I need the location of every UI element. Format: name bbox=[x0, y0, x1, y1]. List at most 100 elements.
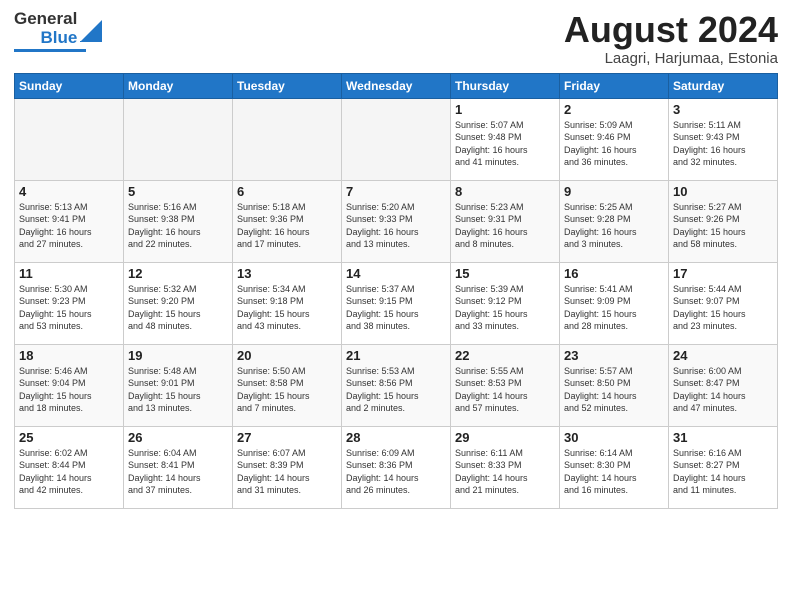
table-cell: 28Sunrise: 6:09 AM Sunset: 8:36 PM Dayli… bbox=[342, 426, 451, 508]
day-info: Sunrise: 6:09 AM Sunset: 8:36 PM Dayligh… bbox=[346, 447, 446, 497]
day-number: 17 bbox=[673, 266, 773, 281]
day-info: Sunrise: 5:18 AM Sunset: 9:36 PM Dayligh… bbox=[237, 201, 337, 251]
day-info: Sunrise: 5:20 AM Sunset: 9:33 PM Dayligh… bbox=[346, 201, 446, 251]
logo-icon bbox=[80, 16, 102, 42]
day-number: 21 bbox=[346, 348, 446, 363]
day-info: Sunrise: 6:07 AM Sunset: 8:39 PM Dayligh… bbox=[237, 447, 337, 497]
logo-general: General bbox=[14, 10, 77, 29]
day-number: 13 bbox=[237, 266, 337, 281]
table-cell bbox=[233, 98, 342, 180]
calendar-table: Sunday Monday Tuesday Wednesday Thursday… bbox=[14, 73, 778, 509]
header-friday: Friday bbox=[560, 73, 669, 98]
day-number: 19 bbox=[128, 348, 228, 363]
week-row-1: 1 Sunrise: 5:07 AM Sunset: 9:48 PM Daylig… bbox=[15, 98, 778, 180]
day-info: Sunrise: 6:04 AM Sunset: 8:41 PM Dayligh… bbox=[128, 447, 228, 497]
day-number: 27 bbox=[237, 430, 337, 445]
day-number: 20 bbox=[237, 348, 337, 363]
day-info: Sunrise: 5:32 AM Sunset: 9:20 PM Dayligh… bbox=[128, 283, 228, 333]
day-number: 15 bbox=[455, 266, 555, 281]
table-cell: 4Sunrise: 5:13 AM Sunset: 9:41 PM Daylig… bbox=[15, 180, 124, 262]
header-sunday: Sunday bbox=[15, 73, 124, 98]
table-cell: 19 Sunrise: 5:48 AM Sunset: 9:01 PM Dayli… bbox=[124, 344, 233, 426]
table-cell: 16 Sunrise: 5:41 AM Sunset: 9:09 PM Dayli… bbox=[560, 262, 669, 344]
table-cell: 7 Sunrise: 5:20 AM Sunset: 9:33 PM Daylig… bbox=[342, 180, 451, 262]
table-cell: 5Sunrise: 5:16 AM Sunset: 9:38 PM Daylig… bbox=[124, 180, 233, 262]
week-row-5: 25Sunrise: 6:02 AM Sunset: 8:44 PM Dayli… bbox=[15, 426, 778, 508]
day-number: 30 bbox=[564, 430, 664, 445]
day-number: 11 bbox=[19, 266, 119, 281]
day-info: Sunrise: 5:27 AM Sunset: 9:26 PM Dayligh… bbox=[673, 201, 773, 251]
month-year-title: August 2024 bbox=[564, 10, 778, 50]
table-cell: 6 Sunrise: 5:18 AM Sunset: 9:36 PM Daylig… bbox=[233, 180, 342, 262]
logo-underline bbox=[14, 49, 86, 52]
day-number: 14 bbox=[346, 266, 446, 281]
day-number: 3 bbox=[673, 102, 773, 117]
header: General Blue August 2024 Laagri, Harjuma… bbox=[14, 10, 778, 67]
day-info: Sunrise: 5:50 AM Sunset: 8:58 PM Dayligh… bbox=[237, 365, 337, 415]
table-cell bbox=[342, 98, 451, 180]
table-cell bbox=[15, 98, 124, 180]
day-number: 1 bbox=[455, 102, 555, 117]
day-info: Sunrise: 5:48 AM Sunset: 9:01 PM Dayligh… bbox=[128, 365, 228, 415]
table-cell: 30 Sunrise: 6:14 AM Sunset: 8:30 PM Dayli… bbox=[560, 426, 669, 508]
day-number: 16 bbox=[564, 266, 664, 281]
header-thursday: Thursday bbox=[451, 73, 560, 98]
header-saturday: Saturday bbox=[669, 73, 778, 98]
weekday-header-row: Sunday Monday Tuesday Wednesday Thursday… bbox=[15, 73, 778, 98]
table-cell: 10 Sunrise: 5:27 AM Sunset: 9:26 PM Dayli… bbox=[669, 180, 778, 262]
table-cell: 14 Sunrise: 5:37 AM Sunset: 9:15 PM Dayli… bbox=[342, 262, 451, 344]
day-info: Sunrise: 6:00 AM Sunset: 8:47 PM Dayligh… bbox=[673, 365, 773, 415]
day-info: Sunrise: 5:39 AM Sunset: 9:12 PM Dayligh… bbox=[455, 283, 555, 333]
day-info: Sunrise: 5:41 AM Sunset: 9:09 PM Dayligh… bbox=[564, 283, 664, 333]
table-cell: 3 Sunrise: 5:11 AM Sunset: 9:43 PM Daylig… bbox=[669, 98, 778, 180]
day-info: Sunrise: 5:46 AM Sunset: 9:04 PM Dayligh… bbox=[19, 365, 119, 415]
day-info: Sunrise: 5:25 AM Sunset: 9:28 PM Dayligh… bbox=[564, 201, 664, 251]
day-number: 6 bbox=[237, 184, 337, 199]
day-info: Sunrise: 5:37 AM Sunset: 9:15 PM Dayligh… bbox=[346, 283, 446, 333]
table-cell: 18 Sunrise: 5:46 AM Sunset: 9:04 PM Dayli… bbox=[15, 344, 124, 426]
table-cell: 20 Sunrise: 5:50 AM Sunset: 8:58 PM Dayli… bbox=[233, 344, 342, 426]
page-container: General Blue August 2024 Laagri, Harjuma… bbox=[0, 0, 792, 515]
day-number: 7 bbox=[346, 184, 446, 199]
table-cell: 21 Sunrise: 5:53 AM Sunset: 8:56 PM Dayli… bbox=[342, 344, 451, 426]
table-cell: 22 Sunrise: 5:55 AM Sunset: 8:53 PM Dayli… bbox=[451, 344, 560, 426]
day-info: Sunrise: 5:11 AM Sunset: 9:43 PM Dayligh… bbox=[673, 119, 773, 169]
table-cell: 1 Sunrise: 5:07 AM Sunset: 9:48 PM Daylig… bbox=[451, 98, 560, 180]
table-cell: 15 Sunrise: 5:39 AM Sunset: 9:12 PM Dayli… bbox=[451, 262, 560, 344]
day-info: Sunrise: 5:34 AM Sunset: 9:18 PM Dayligh… bbox=[237, 283, 337, 333]
day-info: Sunrise: 5:30 AM Sunset: 9:23 PM Dayligh… bbox=[19, 283, 119, 333]
day-number: 2 bbox=[564, 102, 664, 117]
day-number: 29 bbox=[455, 430, 555, 445]
table-cell: 31 Sunrise: 6:16 AM Sunset: 8:27 PM Dayli… bbox=[669, 426, 778, 508]
day-number: 10 bbox=[673, 184, 773, 199]
table-cell: 24 Sunrise: 6:00 AM Sunset: 8:47 PM Dayli… bbox=[669, 344, 778, 426]
day-info: Sunrise: 6:11 AM Sunset: 8:33 PM Dayligh… bbox=[455, 447, 555, 497]
day-info: Sunrise: 5:09 AM Sunset: 9:46 PM Dayligh… bbox=[564, 119, 664, 169]
table-cell: 17 Sunrise: 5:44 AM Sunset: 9:07 PM Dayli… bbox=[669, 262, 778, 344]
week-row-4: 18 Sunrise: 5:46 AM Sunset: 9:04 PM Dayli… bbox=[15, 344, 778, 426]
table-cell: 2 Sunrise: 5:09 AM Sunset: 9:46 PM Daylig… bbox=[560, 98, 669, 180]
table-cell: 13 Sunrise: 5:34 AM Sunset: 9:18 PM Dayli… bbox=[233, 262, 342, 344]
day-number: 8 bbox=[455, 184, 555, 199]
day-number: 31 bbox=[673, 430, 773, 445]
day-number: 22 bbox=[455, 348, 555, 363]
table-cell: 8 Sunrise: 5:23 AM Sunset: 9:31 PM Daylig… bbox=[451, 180, 560, 262]
table-cell: 12Sunrise: 5:32 AM Sunset: 9:20 PM Dayli… bbox=[124, 262, 233, 344]
header-tuesday: Tuesday bbox=[233, 73, 342, 98]
day-info: Sunrise: 5:53 AM Sunset: 8:56 PM Dayligh… bbox=[346, 365, 446, 415]
day-info: Sunrise: 6:16 AM Sunset: 8:27 PM Dayligh… bbox=[673, 447, 773, 497]
table-cell: 29 Sunrise: 6:11 AM Sunset: 8:33 PM Dayli… bbox=[451, 426, 560, 508]
day-info: Sunrise: 5:23 AM Sunset: 9:31 PM Dayligh… bbox=[455, 201, 555, 251]
day-info: Sunrise: 5:07 AM Sunset: 9:48 PM Dayligh… bbox=[455, 119, 555, 169]
day-number: 26 bbox=[128, 430, 228, 445]
day-info: Sunrise: 5:16 AM Sunset: 9:38 PM Dayligh… bbox=[128, 201, 228, 251]
day-info: Sunrise: 5:55 AM Sunset: 8:53 PM Dayligh… bbox=[455, 365, 555, 415]
table-cell: 11 Sunrise: 5:30 AM Sunset: 9:23 PM Dayli… bbox=[15, 262, 124, 344]
day-info: Sunrise: 6:14 AM Sunset: 8:30 PM Dayligh… bbox=[564, 447, 664, 497]
week-row-2: 4Sunrise: 5:13 AM Sunset: 9:41 PM Daylig… bbox=[15, 180, 778, 262]
day-info: Sunrise: 5:44 AM Sunset: 9:07 PM Dayligh… bbox=[673, 283, 773, 333]
day-number: 9 bbox=[564, 184, 664, 199]
day-number: 24 bbox=[673, 348, 773, 363]
day-info: Sunrise: 6:02 AM Sunset: 8:44 PM Dayligh… bbox=[19, 447, 119, 497]
day-number: 18 bbox=[19, 348, 119, 363]
